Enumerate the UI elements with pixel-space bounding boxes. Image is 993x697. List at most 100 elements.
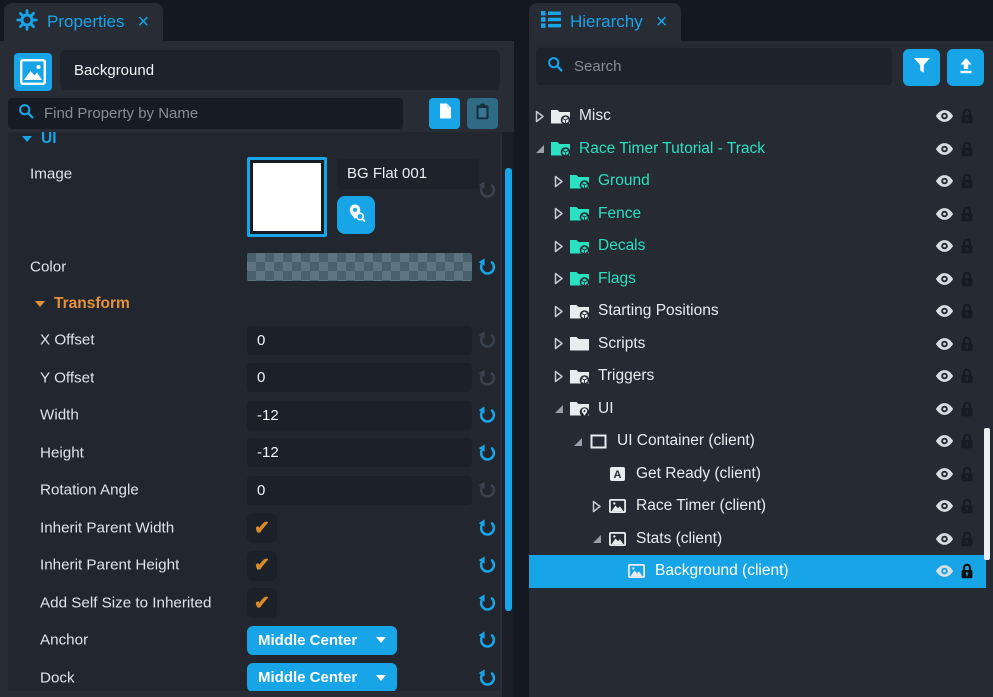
tree-item-ground[interactable]: Ground bbox=[529, 165, 986, 198]
find-asset-button[interactable] bbox=[337, 196, 375, 234]
lock-icon[interactable] bbox=[960, 173, 974, 189]
reset-button[interactable] bbox=[478, 443, 497, 462]
hierarchy-search-input[interactable] bbox=[572, 57, 881, 76]
image-icon bbox=[624, 563, 648, 579]
x-offset-input[interactable] bbox=[247, 326, 472, 355]
expand-arrow-icon[interactable] bbox=[550, 174, 567, 189]
visibility-eye-icon[interactable] bbox=[935, 110, 954, 123]
lock-icon[interactable] bbox=[960, 271, 974, 287]
collapse-arrow-icon[interactable] bbox=[569, 434, 586, 449]
expand-arrow-icon[interactable] bbox=[550, 304, 567, 319]
reset-button[interactable] bbox=[478, 257, 497, 276]
tree-item-stats-client[interactable]: Stats (client) bbox=[529, 523, 986, 556]
visibility-eye-icon[interactable] bbox=[935, 175, 954, 188]
properties-scrollbar-thumb[interactable] bbox=[505, 168, 512, 611]
lock-icon[interactable] bbox=[960, 433, 974, 449]
find-property-input[interactable] bbox=[42, 104, 393, 123]
image-asset-thumbnail[interactable] bbox=[247, 157, 327, 237]
add-self-size-to-inherited-checkbox[interactable]: ✔ bbox=[247, 588, 277, 618]
lock-icon[interactable] bbox=[960, 303, 974, 319]
tree-item-triggers[interactable]: Triggers bbox=[529, 360, 986, 393]
property-label: Y Offset bbox=[40, 369, 94, 386]
tree-item-background-client[interactable]: Background (client) bbox=[529, 555, 986, 588]
paste-properties-button[interactable] bbox=[467, 98, 498, 129]
properties-tab[interactable]: Properties × bbox=[4, 3, 163, 41]
object-name-input[interactable] bbox=[60, 50, 500, 90]
lock-icon[interactable] bbox=[960, 336, 974, 352]
tree-item-scripts[interactable]: Scripts bbox=[529, 328, 986, 361]
reset-button[interactable] bbox=[478, 518, 497, 537]
close-icon[interactable]: × bbox=[656, 12, 668, 32]
lock-icon[interactable] bbox=[960, 466, 974, 482]
height-input[interactable] bbox=[247, 438, 472, 467]
anchor-dropdown[interactable]: Middle Center bbox=[247, 626, 397, 655]
visibility-eye-icon[interactable] bbox=[935, 532, 954, 545]
collapse-arrow-icon[interactable] bbox=[531, 141, 548, 156]
lock-icon[interactable] bbox=[960, 368, 974, 384]
y-offset-input[interactable] bbox=[247, 363, 472, 392]
lock-icon[interactable] bbox=[960, 498, 974, 514]
lock-icon[interactable] bbox=[960, 141, 974, 157]
tree-item-race-timer-client[interactable]: Race Timer (client) bbox=[529, 490, 986, 523]
hierarchy-search-field[interactable] bbox=[536, 48, 892, 85]
tree-item-decals[interactable]: Decals bbox=[529, 230, 986, 263]
publish-button[interactable] bbox=[947, 49, 984, 86]
width-input[interactable] bbox=[247, 401, 472, 430]
reset-button[interactable] bbox=[478, 406, 497, 425]
hierarchy-scrollbar-thumb[interactable] bbox=[984, 428, 990, 560]
close-icon[interactable]: × bbox=[137, 12, 149, 32]
reset-button[interactable] bbox=[478, 556, 497, 575]
tree-item-fence[interactable]: Fence bbox=[529, 198, 986, 231]
expand-arrow-icon[interactable] bbox=[550, 369, 567, 384]
visibility-eye-icon[interactable] bbox=[935, 565, 954, 578]
image-asset-name[interactable]: BG Flat 001 bbox=[337, 159, 479, 189]
dock-dropdown[interactable]: Middle Center bbox=[247, 663, 397, 691]
lock-icon[interactable] bbox=[960, 108, 974, 124]
visibility-eye-icon[interactable] bbox=[935, 240, 954, 253]
expand-arrow-icon[interactable] bbox=[550, 206, 567, 221]
find-property-field[interactable] bbox=[8, 98, 403, 129]
inherit-parent-height-checkbox[interactable]: ✔ bbox=[247, 551, 277, 581]
lock-icon[interactable] bbox=[960, 401, 974, 417]
collapse-arrow-icon[interactable] bbox=[550, 401, 567, 416]
visibility-eye-icon[interactable] bbox=[935, 435, 954, 448]
reset-button[interactable] bbox=[478, 668, 497, 687]
reset-button[interactable] bbox=[478, 631, 497, 650]
color-swatch[interactable] bbox=[247, 253, 472, 281]
tree-item-get-ready-client[interactable]: AGet Ready (client) bbox=[529, 458, 986, 491]
lock-icon[interactable] bbox=[960, 238, 974, 254]
expand-arrow-icon[interactable] bbox=[550, 336, 567, 351]
tree-item-ui[interactable]: UI bbox=[529, 393, 986, 426]
section-header-ui[interactable]: UI bbox=[8, 132, 500, 152]
visibility-eye-icon[interactable] bbox=[935, 142, 954, 155]
reset-button[interactable] bbox=[478, 593, 497, 612]
expand-arrow-icon[interactable] bbox=[531, 109, 548, 124]
visibility-eye-icon[interactable] bbox=[935, 467, 954, 480]
lock-icon[interactable] bbox=[960, 206, 974, 222]
collapse-arrow-icon[interactable] bbox=[588, 531, 605, 546]
visibility-eye-icon[interactable] bbox=[935, 370, 954, 383]
visibility-eye-icon[interactable] bbox=[935, 337, 954, 350]
lock-icon[interactable] bbox=[960, 531, 974, 547]
tree-item-flags[interactable]: Flags bbox=[529, 263, 986, 296]
section-header-transform[interactable]: Transform bbox=[8, 286, 500, 322]
tree-item-misc[interactable]: Misc bbox=[529, 100, 986, 133]
tree-item-ui-container-client[interactable]: UI Container (client) bbox=[529, 425, 986, 458]
copy-properties-button[interactable] bbox=[429, 98, 460, 129]
hierarchy-tab[interactable]: Hierarchy × bbox=[529, 3, 681, 41]
visibility-eye-icon[interactable] bbox=[935, 207, 954, 220]
rotation-angle-input[interactable] bbox=[247, 476, 472, 505]
tree-item-starting-positions[interactable]: Starting Positions bbox=[529, 295, 986, 328]
lock-icon[interactable] bbox=[960, 563, 974, 579]
inherit-parent-width-checkbox[interactable]: ✔ bbox=[247, 513, 277, 543]
expand-arrow-icon[interactable] bbox=[588, 499, 605, 514]
expand-arrow-icon[interactable] bbox=[550, 271, 567, 286]
tree-item-race-timer-tutorial-track[interactable]: Race Timer Tutorial - Track bbox=[529, 133, 986, 166]
visibility-eye-icon[interactable] bbox=[935, 402, 954, 415]
visibility-eye-icon[interactable] bbox=[935, 305, 954, 318]
visibility-eye-icon[interactable] bbox=[935, 500, 954, 513]
visibility-eye-icon[interactable] bbox=[935, 272, 954, 285]
property-row-inherit-parent-height: Inherit Parent Height✔ bbox=[8, 547, 500, 585]
filter-button[interactable] bbox=[903, 49, 940, 86]
expand-arrow-icon[interactable] bbox=[550, 239, 567, 254]
